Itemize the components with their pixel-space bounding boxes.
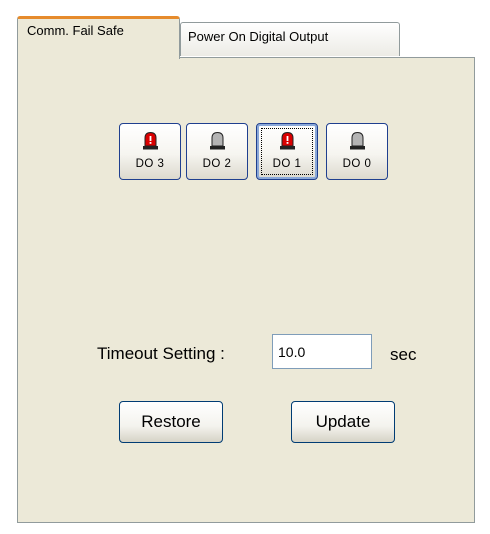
tab-comm-fail-safe-label: Comm. Fail Safe bbox=[27, 23, 124, 38]
timeout-setting-label: Timeout Setting : bbox=[97, 344, 225, 363]
do-0-button[interactable]: DO 0 bbox=[326, 123, 388, 180]
tab-comm-fail-safe[interactable]: Comm. Fail Safe bbox=[17, 16, 180, 59]
do-2-label: DO 2 bbox=[202, 158, 232, 170]
alarm-lamp-icon bbox=[350, 131, 365, 150]
do-3-button[interactable]: DO 3 bbox=[119, 123, 181, 180]
update-button[interactable]: Update bbox=[291, 401, 395, 443]
do-1-label: DO 1 bbox=[272, 158, 302, 170]
tab-panel: DO 3 DO 2 DO 1 DO 0 Timeout Setting: 10… bbox=[17, 57, 475, 523]
restore-button[interactable]: Restore bbox=[119, 401, 223, 443]
do-0-label: DO 0 bbox=[342, 158, 372, 170]
timeout-unit-label: sec bbox=[390, 345, 417, 364]
tab-power-on-digital-output[interactable]: Power On Digital Output bbox=[180, 22, 400, 56]
fail-safe-dialog: Comm. Fail Safe Power On Digital Output … bbox=[0, 0, 490, 534]
do-1-button[interactable]: DO 1 bbox=[256, 123, 318, 180]
do-3-label: DO 3 bbox=[135, 158, 165, 170]
alarm-lamp-icon bbox=[210, 131, 225, 150]
tab-power-on-digital-output-label: Power On Digital Output bbox=[188, 29, 329, 44]
do-2-button[interactable]: DO 2 bbox=[186, 123, 248, 180]
alarm-lamp-icon bbox=[280, 131, 295, 150]
alarm-lamp-icon bbox=[143, 131, 158, 150]
timeout-input[interactable] bbox=[272, 334, 372, 369]
